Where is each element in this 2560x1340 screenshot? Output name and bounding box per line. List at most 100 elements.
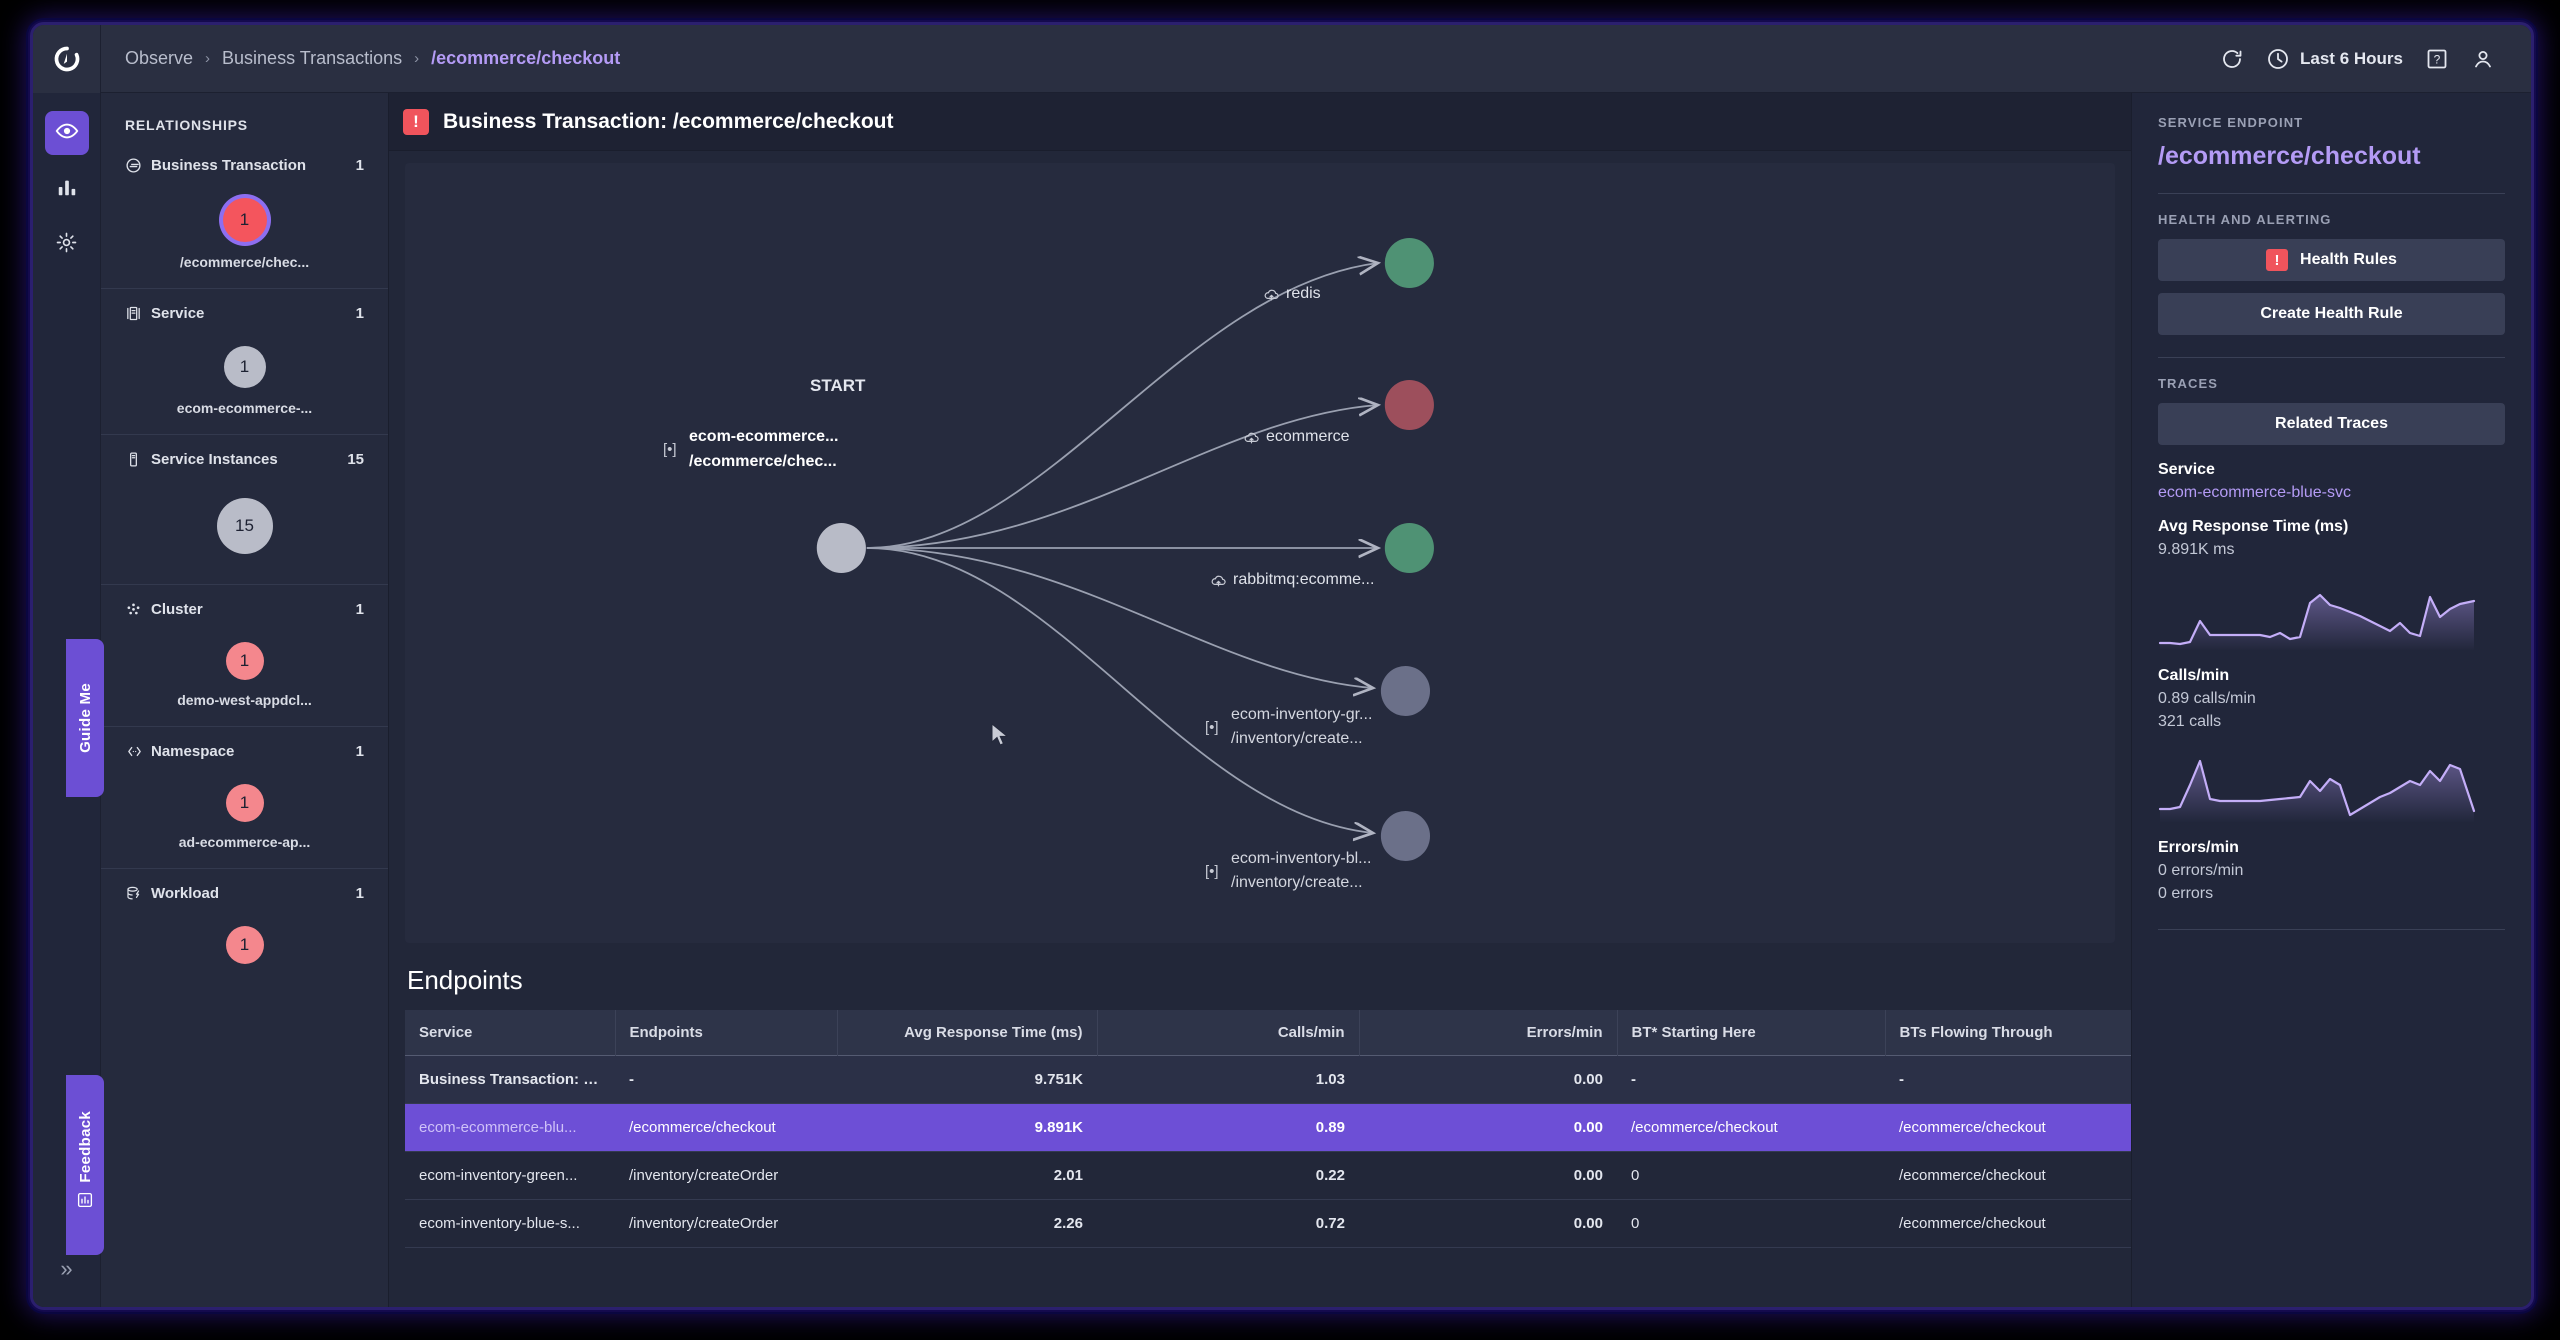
relationship-group-label: Business Transaction — [151, 157, 307, 174]
flow-node-label-rabbitmq: rabbitmq:ecomme... — [1210, 571, 1374, 589]
relationship-group-label: Workload — [151, 885, 220, 902]
endpoints-table-wrap: Service Endpoints Avg Response Time (ms)… — [405, 1010, 2153, 1248]
flow-node-label-inventory-blue-line2: /inventory/create... — [1231, 874, 1363, 891]
breadcrumb-item-observe[interactable]: Observe — [125, 48, 193, 69]
flow-start-label: START — [810, 376, 866, 395]
column-header-bt-starting-here[interactable]: BT* Starting Here — [1617, 1010, 1886, 1056]
related-traces-button[interactable]: Related Traces — [2158, 403, 2505, 445]
relationship-group-header[interactable]: Workload 1 — [125, 869, 364, 906]
service-endpoint-label: SERVICE ENDPOINT — [2158, 115, 2304, 130]
relationship-group-header[interactable]: Business Transaction 1 — [125, 141, 364, 178]
refresh-icon[interactable] — [2220, 47, 2244, 71]
flow-label-text: redis — [1286, 285, 1321, 302]
relationship-node-circle[interactable]: 1 — [222, 198, 267, 242]
relationship-node[interactable]: 1 demo-west-appdcl... — [125, 622, 364, 726]
relationship-node-label: /ecommerce/chec... — [179, 254, 310, 270]
cell-bts-flowing-through: /ecommerce/checkout — [1885, 1103, 2153, 1152]
cell-bts-flowing-through: /ecommerce/checkout — [1885, 1199, 2153, 1248]
breadcrumb: Observe › Business Transactions › /ecomm… — [101, 48, 620, 69]
service-value-link[interactable]: ecom-ecommerce-blue-svc — [2158, 484, 2505, 502]
relationship-node-circle[interactable]: 15 — [216, 498, 273, 554]
sparkline-area-art — [2160, 595, 2474, 651]
flow-badge-inventory-blue: [•] — [1205, 863, 1219, 880]
breadcrumb-item-business-transactions[interactable]: Business Transactions — [222, 48, 402, 69]
top-bar: Observe › Business Transactions › /ecomm… — [33, 25, 2531, 93]
bar-chart-icon — [56, 176, 78, 203]
flow-map-svg — [816, 238, 1434, 861]
cell-service[interactable]: ecom-inventory-blue-s... — [405, 1199, 615, 1248]
health-rules-button[interactable]: ! Health Rules — [2158, 239, 2505, 281]
cell-avg-response-time: 9.751K — [837, 1055, 1097, 1104]
flow-node-redis — [1384, 238, 1434, 288]
cell-errors-per-min: 0.00 — [1359, 1151, 1617, 1200]
relationship-group-count: 1 — [355, 743, 364, 760]
relationship-node[interactable]: 1 — [125, 906, 364, 982]
relationship-node[interactable]: 15 — [125, 472, 364, 584]
avg-response-time-value: 9.891K ms — [2158, 541, 2235, 558]
relationship-node-circle[interactable]: 1 — [225, 784, 264, 822]
column-header-service[interactable]: Service — [405, 1010, 616, 1056]
business-transaction-icon — [125, 157, 151, 174]
cell-errors-per-min: 0.00 — [1359, 1055, 1617, 1104]
app-logo[interactable] — [33, 25, 101, 93]
flow-node-rabbitmq — [1384, 523, 1434, 573]
column-header-bts-flowing-through[interactable]: BTs Flowing Through — [1885, 1010, 2153, 1056]
relationship-group-header[interactable]: Cluster 1 — [125, 585, 364, 622]
relationship-node[interactable]: 1 ad-ecommerce-ap... — [125, 764, 364, 868]
rail-item-analytics[interactable] — [45, 167, 89, 211]
relationship-group-header[interactable]: Namespace 1 — [125, 727, 364, 764]
column-header-errors-per-min[interactable]: Errors/min — [1359, 1010, 1618, 1056]
rail-item-settings[interactable] — [45, 223, 89, 267]
rail-item-observe[interactable] — [44, 111, 89, 155]
cell-service[interactable]: ecom-inventory-green... — [405, 1151, 615, 1200]
cell-bt-starting-here: /ecommerce/checkout — [1617, 1103, 1885, 1152]
column-header-calls-per-min[interactable]: Calls/min — [1097, 1010, 1360, 1056]
service-instance-icon — [125, 451, 151, 468]
cell-service[interactable]: ecom-ecommerce-blu... — [405, 1103, 615, 1152]
page-title: Business Transaction: /ecommerce/checkou… — [443, 109, 894, 133]
help-question-icon[interactable]: ? — [2425, 47, 2449, 71]
rail-expand-button[interactable]: » — [47, 1249, 87, 1289]
endpoints-table-header-row: Service Endpoints Avg Response Time (ms)… — [405, 1010, 2153, 1056]
relationship-group-label: Cluster — [151, 601, 203, 618]
relationship-group-business-transaction: Business Transaction 1 1 /ecommerce/chec… — [101, 141, 388, 288]
table-row[interactable]: ecom-inventory-blue-s... /inventory/crea… — [405, 1199, 2153, 1248]
relationship-group-header[interactable]: Service 1 — [125, 289, 364, 326]
flow-start-node-label-line1: ecom-ecommerce... — [689, 428, 839, 445]
guide-me-tab[interactable]: Guide Me — [66, 639, 104, 797]
time-range-picker[interactable]: Last 6 Hours — [2266, 47, 2403, 71]
errors-per-min-key: Errors/min — [2158, 839, 2239, 856]
column-header-endpoints[interactable]: Endpoints — [615, 1010, 838, 1056]
top-bar-actions: Last 6 Hours ? — [2220, 47, 2531, 71]
time-range-label: Last 6 Hours — [2300, 48, 2403, 68]
relationship-node[interactable]: 1 ecom-ecommerce-... — [125, 326, 364, 434]
cell-service: Business Transaction: /ec — [405, 1055, 615, 1104]
relationship-group-namespace: Namespace 1 1 ad-ecommerce-ap... — [101, 727, 388, 868]
relationship-group-service-instances: Service Instances 15 15 — [101, 435, 388, 584]
relationship-node[interactable]: 1 /ecommerce/chec... — [125, 178, 364, 288]
service-icon — [125, 305, 151, 322]
cell-bt-starting-here: 0 — [1617, 1199, 1885, 1248]
relationship-node-circle[interactable]: 1 — [225, 926, 264, 964]
column-header-avg-response-time[interactable]: Avg Response Time (ms) — [837, 1010, 1098, 1056]
table-row[interactable]: ecom-inventory-green... /inventory/creat… — [405, 1151, 2153, 1200]
relationship-group-label: Namespace — [151, 743, 235, 760]
feedback-tab[interactable]: Feedback — [66, 1075, 104, 1255]
cell-avg-response-time: 2.01 — [837, 1151, 1097, 1200]
relationship-node-circle[interactable]: 1 — [223, 346, 266, 388]
calls-per-min-key: Calls/min — [2158, 667, 2230, 684]
create-health-rule-button[interactable]: Create Health Rule — [2158, 293, 2505, 335]
relationship-node-circle[interactable]: 1 — [225, 642, 264, 680]
relationships-panel[interactable]: RELATIONSHIPS Business Transaction 1 1 /… — [101, 93, 389, 1307]
table-row[interactable]: Business Transaction: /ec - 9.751K 1.03 … — [405, 1055, 2153, 1104]
relationship-group-count: 1 — [355, 305, 364, 322]
details-panel: SERVICE ENDPOINT /ecommerce/checkout HEA… — [2131, 93, 2531, 1307]
eye-observe-icon — [55, 119, 79, 148]
user-account-icon[interactable] — [2471, 47, 2495, 71]
avg-response-time-key: Avg Response Time (ms) — [2158, 518, 2349, 535]
flow-map[interactable]: START [•] ecom-ecommerce... /ecommerce/c… — [405, 163, 2115, 943]
relationship-group-header[interactable]: Service Instances 15 — [125, 435, 364, 472]
cell-bt-starting-here: - — [1617, 1055, 1885, 1104]
table-row[interactable]: ecom-ecommerce-blu... /ecommerce/checkou… — [405, 1103, 2153, 1152]
svg-text:?: ? — [2434, 52, 2441, 66]
